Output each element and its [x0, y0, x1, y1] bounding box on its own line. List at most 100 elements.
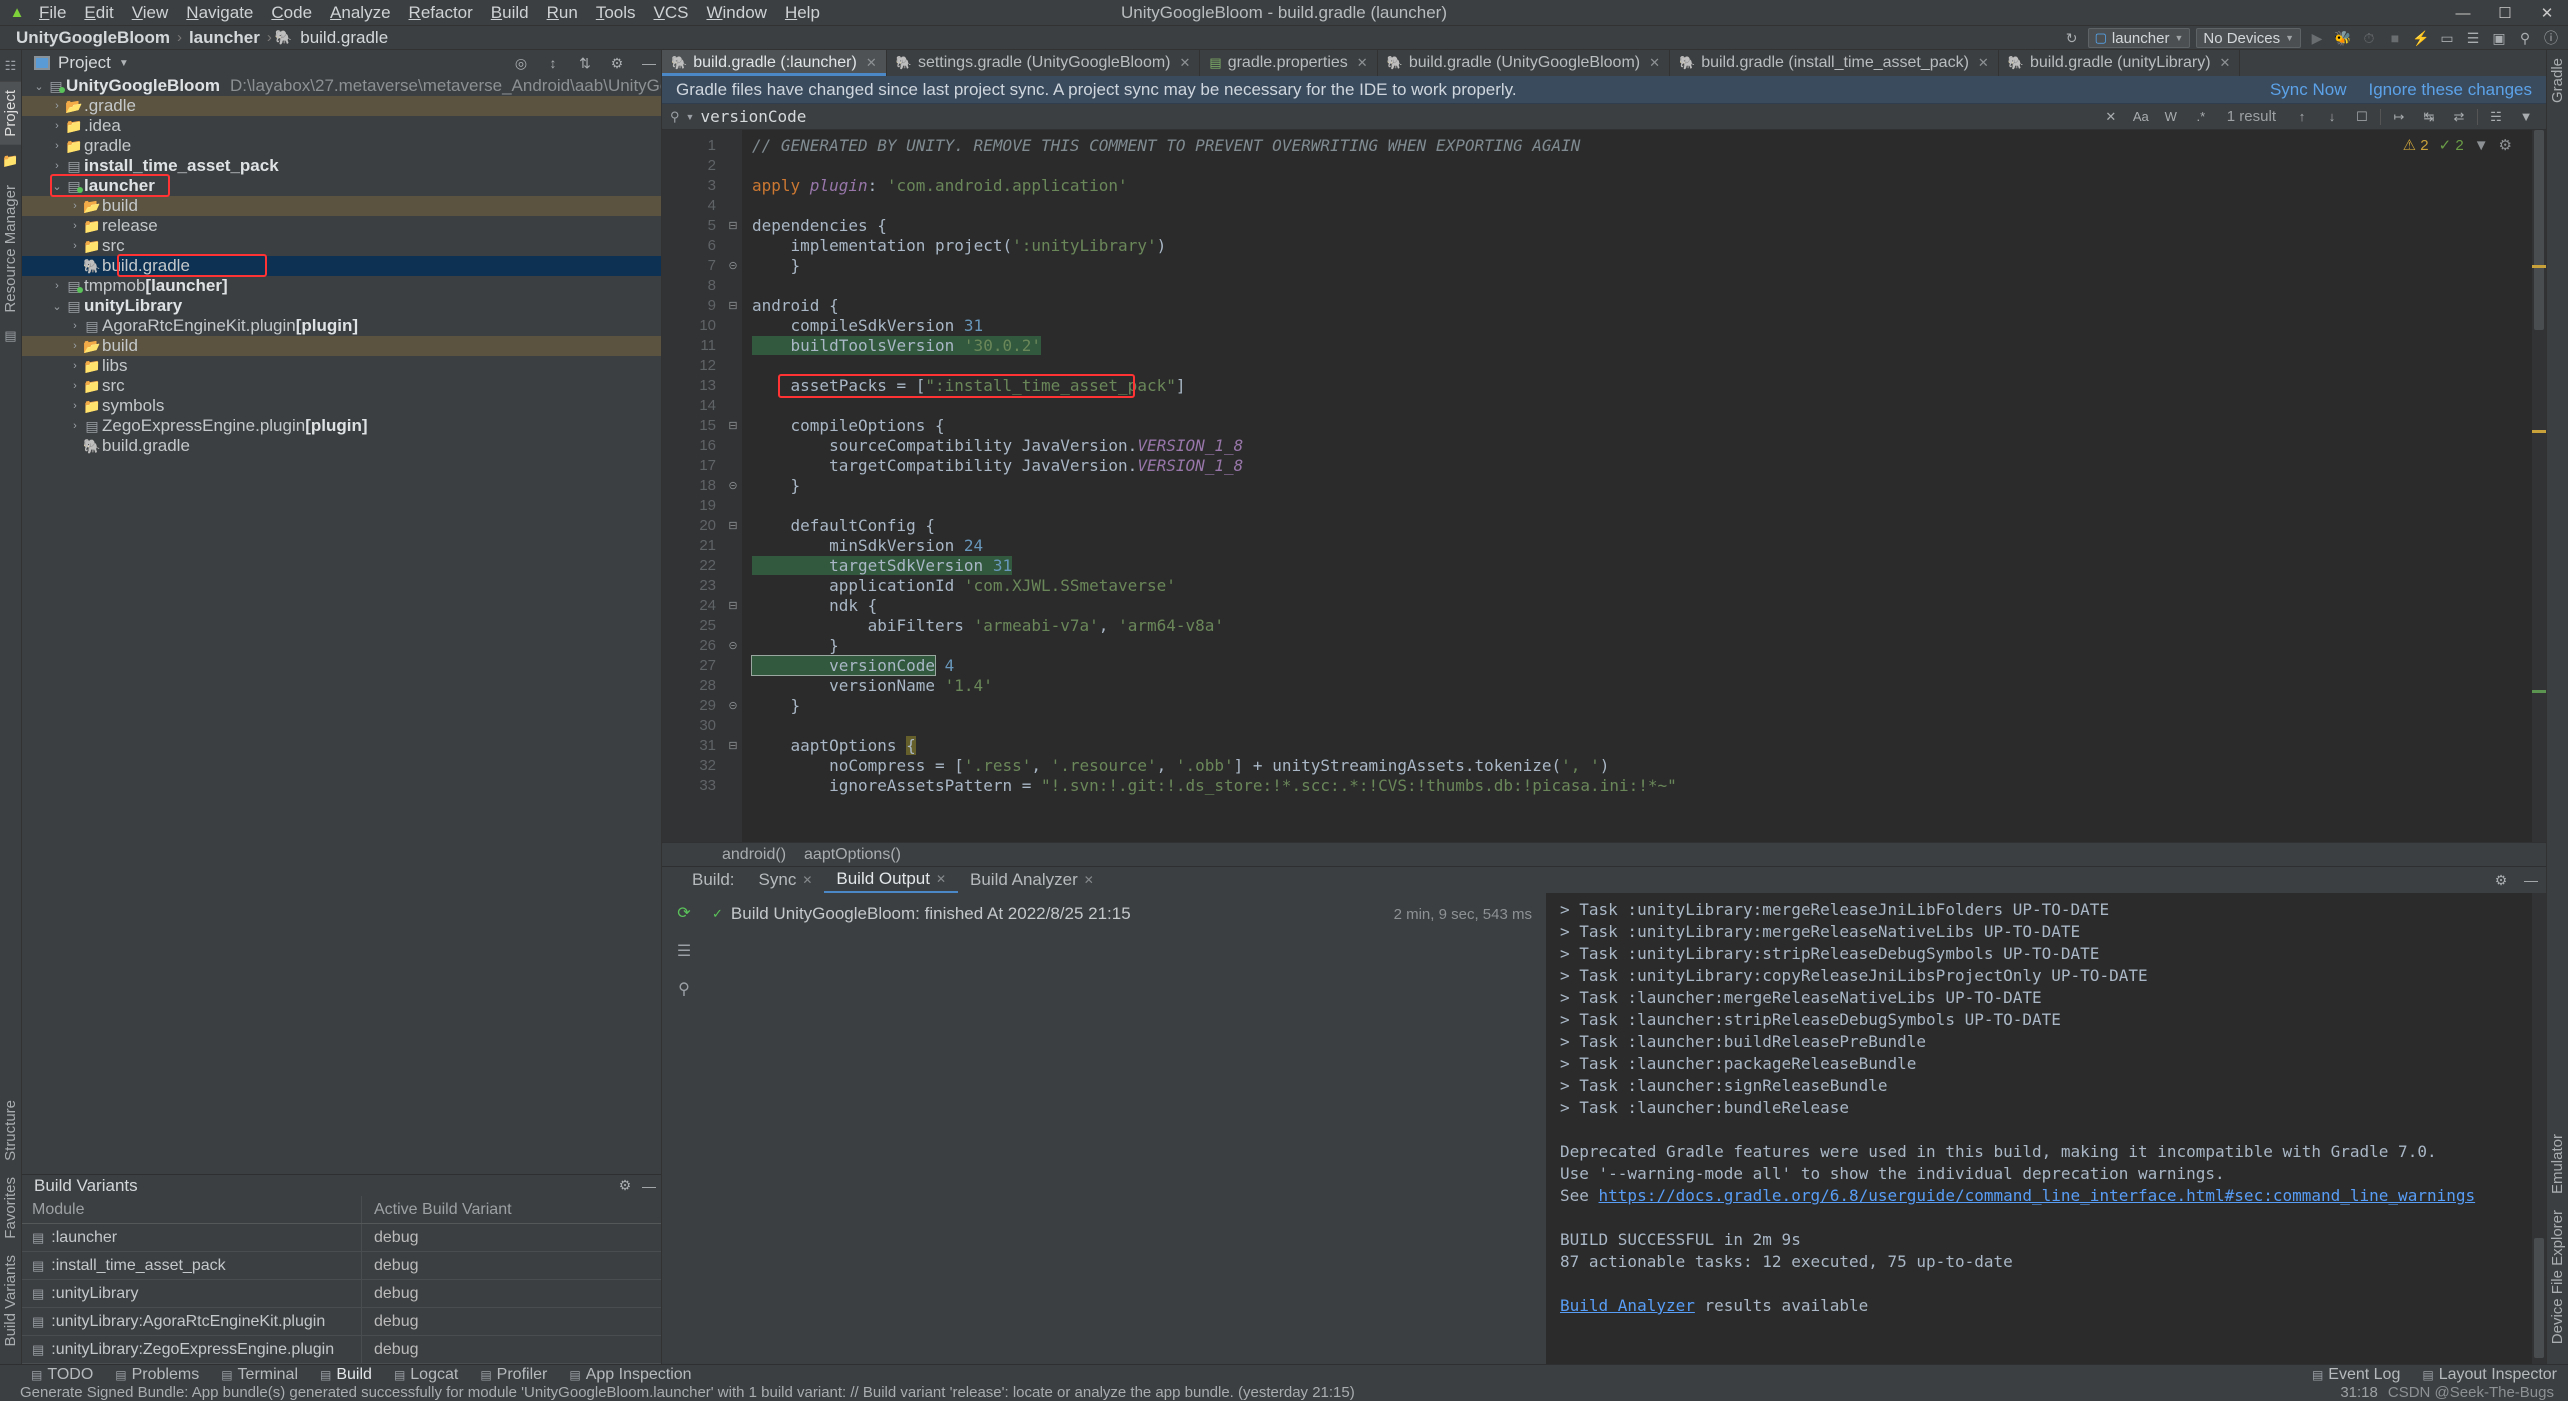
menu-item-build[interactable]: Build [482, 1, 538, 25]
sync-now-link[interactable]: Sync Now [2270, 80, 2347, 100]
table-row[interactable]: ▤:unityLibrary:AgoraRtcEngineKit.plugin d… [22, 1308, 661, 1336]
build-tab-bar[interactable]: Build: Sync ✕ Build Output ✕ Build Analyzer ✕ ⚙… [662, 867, 2546, 893]
table-row[interactable]: ▤:install_time_asset_pack debug [22, 1252, 661, 1280]
menu-item-help[interactable]: Help [776, 1, 829, 25]
code-line[interactable]: abiFilters 'armeabi-v7a', 'arm64-v8a' [752, 616, 2546, 636]
editor-tab-4[interactable]: 🐘 build.gradle (install_time_asset_pack) ✕ [1670, 50, 1999, 76]
editor-breadcrumb-item-1[interactable]: aaptOptions() [804, 846, 901, 864]
maximize-button[interactable]: ☐ [2484, 0, 2526, 26]
build-tab-2[interactable]: Build Output ✕ [824, 867, 959, 893]
menu-item-view[interactable]: View [123, 1, 178, 25]
folder-icon[interactable]: 📁 [2, 153, 18, 169]
code-line[interactable]: apply plugin: 'com.android.application' [752, 176, 2546, 196]
build-result-tree[interactable]: ✓ Build UnityGoogleBloom: finished At 20… [706, 893, 1546, 1364]
close-tab-icon[interactable]: ✕ [936, 872, 946, 886]
right-tool-strip[interactable]: Gradle Emulator Device File Explorer [2546, 50, 2568, 1364]
device-selector[interactable]: No Devices ▼ [2196, 28, 2301, 48]
chevron-right-icon[interactable]: › [68, 420, 82, 432]
chevron-right-icon[interactable]: › [68, 320, 82, 332]
status-tool-logcat[interactable]: ▤ Logcat [383, 1366, 469, 1384]
fold-marker[interactable]: ⊟ [724, 296, 742, 316]
code-line[interactable] [752, 716, 2546, 736]
build-output-log[interactable]: > Task :unityLibrary:mergeReleaseJniLibF… [1546, 893, 2546, 1364]
log-scrollbar[interactable] [2532, 893, 2546, 1364]
fold-marker[interactable]: ⊝ [724, 636, 742, 656]
fold-marker[interactable]: ⊟ [724, 736, 742, 756]
chevron-down-icon[interactable]: ⌄ [50, 300, 64, 313]
tree-row[interactable]: › ▤ ZegoExpressEngine.plugin [plugin] [22, 416, 661, 436]
match-case-icon[interactable]: Aa [2129, 109, 2153, 124]
build-result-row[interactable]: ✓ Build UnityGoogleBloom: finished At 20… [706, 903, 1546, 925]
status-right-event-log[interactable]: ▤ Event Log [2301, 1366, 2411, 1384]
sidebar-item-structure[interactable]: Structure [0, 1092, 21, 1169]
chevron-down-icon[interactable]: ⌄ [32, 80, 46, 93]
minimize-button[interactable]: — [2442, 0, 2484, 26]
editor-tab-5[interactable]: 🐘 build.gradle (unityLibrary) ✕ [1999, 50, 2241, 76]
scrollbar-thumb[interactable] [2534, 130, 2544, 330]
project-tree[interactable]: ⌄ ▤ UnityGoogleBloom D:\layabox\27.metavers… [22, 76, 661, 1174]
editor-breadcrumb-item-0[interactable]: android() [722, 846, 786, 864]
code-line[interactable]: compileSdkVersion 31 [752, 316, 2546, 336]
code-line[interactable]: dependencies { [752, 216, 2546, 236]
chevron-down-icon[interactable]: ▼ [2474, 137, 2489, 154]
sidebar-item-emulator[interactable]: Emulator [2547, 1126, 2568, 1202]
status-bar-tools[interactable]: ▤ TODO ▤ Problems ▤ Terminal ▤ Build ▤ Logcat ▤ Pro… [0, 1365, 2568, 1384]
locate-icon[interactable]: ◎ [509, 55, 533, 72]
chevron-right-icon[interactable]: › [68, 200, 82, 212]
sidebar-item-favorites[interactable]: Favorites [0, 1169, 21, 1247]
tree-row[interactable]: › ▤ AgoraRtcEngineKit.plugin [plugin] [22, 316, 661, 336]
close-tab-icon[interactable]: ✕ [866, 55, 877, 71]
code-line[interactable]: compileOptions { [752, 416, 2546, 436]
expand-all-icon[interactable]: ↕ [541, 55, 565, 71]
code-line[interactable]: sourceCompatibility JavaVersion.VERSION_… [752, 436, 2546, 456]
find-prev-icon[interactable]: ↑ [2290, 109, 2314, 124]
chevron-right-icon[interactable]: › [68, 220, 82, 232]
close-tab-icon[interactable]: ✕ [802, 873, 812, 887]
table-row[interactable]: ▤:launcher debug [22, 1224, 661, 1252]
editor-tab-bar[interactable]: 🐘 build.gradle (:launcher) ✕ 🐘 settings.grad… [662, 50, 2546, 76]
editor-tab-0[interactable]: 🐘 build.gradle (:launcher) ✕ [662, 50, 887, 76]
window-controls[interactable]: — ☐ ✕ [2442, 0, 2568, 26]
code-line[interactable]: // GENERATED BY UNITY. REMOVE THIS COMME… [752, 136, 2546, 156]
build-analyzer-link[interactable]: Build Analyzer [1560, 1296, 1695, 1315]
chevron-down-icon[interactable]: ▼ [119, 58, 129, 69]
status-tool-app-inspection[interactable]: ▤ App Inspection [558, 1366, 702, 1384]
code-line[interactable] [752, 156, 2546, 176]
menu-item-edit[interactable]: Edit [75, 1, 122, 25]
search-everywhere-icon[interactable]: ⚲ [2512, 27, 2538, 49]
tree-row[interactable]: › 📂 build [22, 336, 661, 356]
hide-panel-icon[interactable]: — [637, 1178, 661, 1194]
close-tab-icon[interactable]: ✕ [1978, 55, 1989, 71]
status-tool-problems[interactable]: ▤ Problems [104, 1366, 210, 1384]
menu-item-navigate[interactable]: Navigate [177, 1, 262, 25]
chevron-right-icon[interactable]: › [50, 100, 64, 112]
run-configuration-selector[interactable]: ▢ launcher ▼ [2087, 28, 2191, 48]
find-input[interactable]: versionCode [700, 107, 860, 126]
active-variant-value[interactable]: debug [362, 1257, 661, 1275]
code-editor[interactable]: 1 2 3 4 5 6 7 8 9 10 11 12 13 14 15 16 17 18 19 20 21 22 23 24 2… [662, 130, 2546, 842]
ignore-changes-link[interactable]: Ignore these changes [2368, 80, 2532, 100]
editor-tab-3[interactable]: 🐘 build.gradle (UnityGoogleBloom) ✕ [1378, 50, 1671, 76]
search-marker[interactable] [2532, 690, 2546, 693]
code-line[interactable] [752, 396, 2546, 416]
chevron-right-icon[interactable]: › [68, 360, 82, 372]
fold-marker[interactable]: ⊟ [724, 516, 742, 536]
status-tool-profiler[interactable]: ▤ Profiler [469, 1366, 558, 1384]
caret-position[interactable]: 31:18 [2340, 1384, 2388, 1401]
code-line[interactable]: defaultConfig { [752, 516, 2546, 536]
filter-icon[interactable]: ☰ [677, 941, 691, 961]
breadcrumb-item-1[interactable]: launcher [185, 28, 264, 48]
code-folding-column[interactable]: ⊟ ⊝ ⊟ ⊟ ⊝ ⊟ ⊟ ⊝ ⊝ ⊟ [724, 130, 742, 842]
regex-icon[interactable]: .* [2189, 109, 2213, 124]
gear-icon[interactable]: ⚙ [613, 1177, 637, 1194]
tree-row[interactable]: › 📁 release [22, 216, 661, 236]
run-icon[interactable]: ▶ [2304, 27, 2330, 49]
menu-item-vcs[interactable]: VCS [645, 1, 698, 25]
code-line[interactable] [752, 356, 2546, 376]
column-header-module[interactable]: Module [22, 1196, 362, 1223]
code-line[interactable]: ignoreAssetsPattern = "!.svn:!.git:!.ds_… [752, 776, 2546, 796]
tree-row[interactable]: ⌄ ▤ UnityGoogleBloom D:\layabox\27.metavers… [22, 76, 661, 96]
code-line[interactable]: noCompress = ['.ress', '.resource', '.ob… [752, 756, 2546, 776]
in-comments-icon[interactable]: ⇄ [2447, 109, 2471, 125]
chevron-down-icon[interactable]: ⌄ [50, 180, 64, 193]
